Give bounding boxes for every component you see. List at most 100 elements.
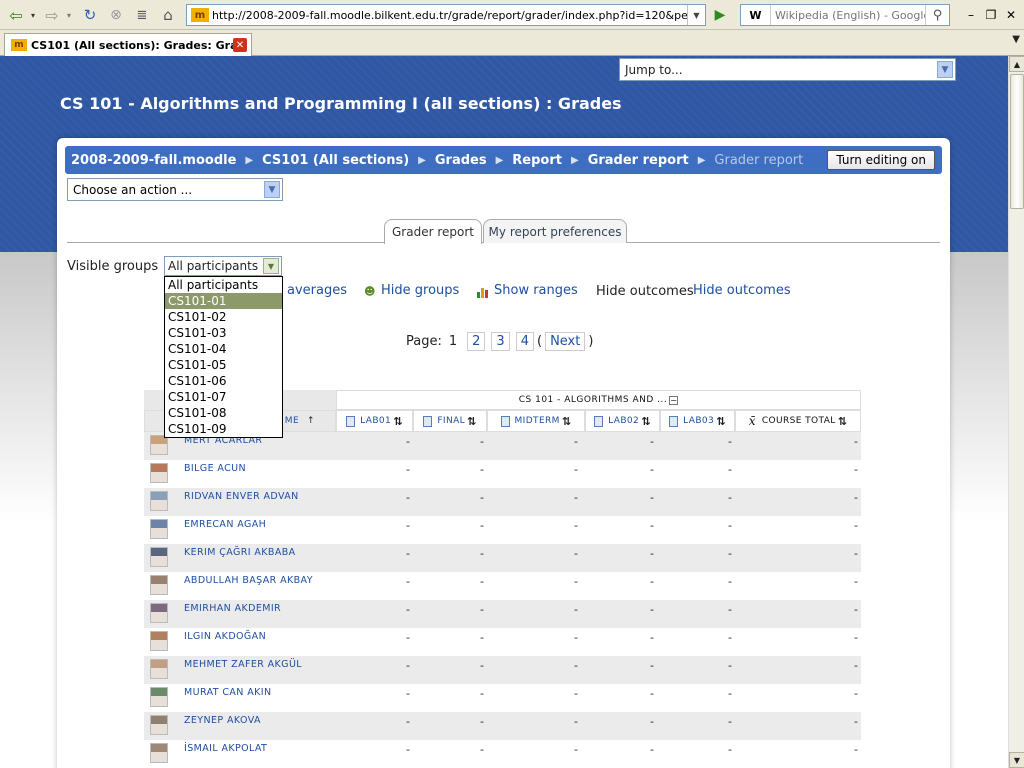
jump-to-select[interactable]: Jump to... ▼ xyxy=(619,58,956,81)
chevron-down-icon[interactable]: ▼ xyxy=(264,181,280,198)
grade-cell[interactable]: - xyxy=(728,463,732,476)
column-header[interactable]: FINAL ⇅ xyxy=(413,410,487,432)
grade-cell[interactable]: - xyxy=(406,687,410,700)
home-icon[interactable]: ⌂ xyxy=(158,4,178,26)
grade-cell[interactable]: - xyxy=(854,547,858,560)
student-name-link[interactable]: RIDVAN ENVER ADVAN xyxy=(184,491,299,502)
grade-cell[interactable]: - xyxy=(728,659,732,672)
grade-cell[interactable]: - xyxy=(574,659,578,672)
grade-cell[interactable]: - xyxy=(480,631,484,644)
student-name-link[interactable]: MURAT CAN AKIN xyxy=(184,687,271,698)
visible-groups-dropdown[interactable]: All participants CS101-01 CS101-02 CS101-03… xyxy=(164,276,283,438)
grade-cell[interactable]: - xyxy=(650,687,654,700)
grade-cell[interactable]: - xyxy=(480,743,484,756)
action-select[interactable]: Choose an action ... ▼ xyxy=(67,178,283,201)
grade-cell[interactable]: - xyxy=(728,547,732,560)
grade-cell[interactable]: - xyxy=(406,491,410,504)
student-name-link[interactable]: BILGE ACUN xyxy=(184,463,246,474)
grade-cell[interactable]: - xyxy=(728,575,732,588)
student-name-link[interactable]: MEHMET ZAFER AKGÜL xyxy=(184,659,302,670)
averages-link[interactable]: averages xyxy=(287,283,347,298)
grade-cell[interactable]: - xyxy=(854,603,858,616)
breadcrumb-item-course[interactable]: CS101 (All sections) xyxy=(262,153,409,168)
grade-cell[interactable]: - xyxy=(574,603,578,616)
search-box[interactable]: W ⚲ xyxy=(740,4,950,26)
dropdown-option[interactable]: CS101-02 xyxy=(165,309,282,325)
sort-icon[interactable]: ⇅ xyxy=(641,415,651,428)
dropdown-option[interactable]: CS101-09 xyxy=(165,421,282,437)
tab-scroll-icon[interactable]: ▼ xyxy=(1012,34,1020,45)
grade-cell[interactable]: - xyxy=(854,519,858,532)
grade-cell[interactable]: - xyxy=(728,491,732,504)
grade-cell[interactable]: - xyxy=(406,659,410,672)
tab-close-icon[interactable]: ✕ xyxy=(233,38,247,52)
tab-report-preferences[interactable]: My report preferences xyxy=(483,219,627,243)
column-header[interactable]: x̄ COURSE TOTAL ⇅ xyxy=(735,410,861,432)
grade-cell[interactable]: - xyxy=(406,603,410,616)
dropdown-option[interactable]: CS101-08 xyxy=(165,405,282,421)
grade-cell[interactable]: - xyxy=(574,491,578,504)
sort-icon[interactable]: ⇅ xyxy=(467,415,477,428)
grade-cell[interactable]: - xyxy=(854,659,858,672)
show-ranges-link[interactable]: Show ranges xyxy=(494,283,578,298)
breadcrumb-item-site[interactable]: 2008-2009-fall.moodle xyxy=(71,153,236,168)
grade-cell[interactable]: - xyxy=(650,603,654,616)
dropdown-option[interactable]: CS101-07 xyxy=(165,389,282,405)
grade-cell[interactable]: - xyxy=(854,715,858,728)
grade-cell[interactable]: - xyxy=(406,547,410,560)
search-icon[interactable]: ⚲ xyxy=(925,5,949,25)
forward-dropdown-icon[interactable]: ▾ xyxy=(64,4,74,26)
student-name-link[interactable]: ILGIN AKDOĞAN xyxy=(184,631,266,642)
grade-cell[interactable]: - xyxy=(728,631,732,644)
grade-cell[interactable]: - xyxy=(480,491,484,504)
avatar[interactable] xyxy=(150,547,168,567)
grade-cell[interactable]: - xyxy=(650,659,654,672)
breadcrumb-item-grader-report[interactable]: Grader report xyxy=(588,153,689,168)
column-header[interactable]: LAB03 ⇅ xyxy=(660,410,735,432)
history-icon[interactable]: ≣ xyxy=(132,4,152,26)
search-input[interactable] xyxy=(771,8,925,22)
column-header[interactable]: LAB01 ⇅ xyxy=(336,410,413,432)
visible-groups-select[interactable]: All participants ▼ xyxy=(164,256,282,276)
minimize-icon[interactable]: – xyxy=(962,6,980,24)
grade-cell[interactable]: - xyxy=(854,631,858,644)
hide-outcomes-link[interactable]: Hide outcomes xyxy=(693,283,791,298)
avatar[interactable] xyxy=(150,659,168,679)
grade-cell[interactable]: - xyxy=(480,435,484,448)
back-icon[interactable]: ⇦ xyxy=(6,4,26,26)
chevron-down-icon[interactable]: ▼ xyxy=(937,61,953,78)
breadcrumb-item-report[interactable]: Report xyxy=(512,153,562,168)
avatar[interactable] xyxy=(150,575,168,595)
close-window-icon[interactable]: ✕ xyxy=(1002,6,1020,24)
grade-cell[interactable]: - xyxy=(480,715,484,728)
grade-cell[interactable]: - xyxy=(574,631,578,644)
grade-cell[interactable]: - xyxy=(854,743,858,756)
grade-cell[interactable]: - xyxy=(480,687,484,700)
student-name-link[interactable]: EMIRHAN AKDEMIR xyxy=(184,603,281,614)
next-page-link[interactable]: Next xyxy=(545,332,586,351)
sort-ascending-icon[interactable]: ↑ xyxy=(307,416,315,426)
avatar[interactable] xyxy=(150,743,168,763)
grade-cell[interactable]: - xyxy=(406,575,410,588)
restore-icon[interactable]: ❐ xyxy=(982,6,1000,24)
grade-cell[interactable]: - xyxy=(574,519,578,532)
hide-groups-link[interactable]: Hide groups xyxy=(381,283,459,298)
search-engine-icon[interactable]: W xyxy=(741,5,771,25)
grade-cell[interactable]: - xyxy=(406,463,410,476)
reload-icon[interactable]: ↻ xyxy=(80,4,100,26)
student-name-link[interactable]: EMRECAN AGAH xyxy=(184,519,266,530)
student-name-link[interactable]: ZEYNEP AKOVA xyxy=(184,715,261,726)
grade-cell[interactable]: - xyxy=(728,715,732,728)
grade-cell[interactable]: - xyxy=(574,463,578,476)
student-name-link[interactable]: KERIM ÇAĞRI AKBABA xyxy=(184,547,296,558)
dropdown-option[interactable]: CS101-05 xyxy=(165,357,282,373)
grade-cell[interactable]: - xyxy=(650,463,654,476)
grade-cell[interactable]: - xyxy=(650,547,654,560)
avatar[interactable] xyxy=(150,519,168,539)
avatar[interactable] xyxy=(150,463,168,483)
scroll-down-icon[interactable]: ▼ xyxy=(1009,752,1024,768)
avatar[interactable] xyxy=(150,435,168,455)
grade-cell[interactable]: - xyxy=(574,435,578,448)
turn-editing-button[interactable]: Turn editing on xyxy=(827,150,935,170)
grade-cell[interactable]: - xyxy=(728,603,732,616)
